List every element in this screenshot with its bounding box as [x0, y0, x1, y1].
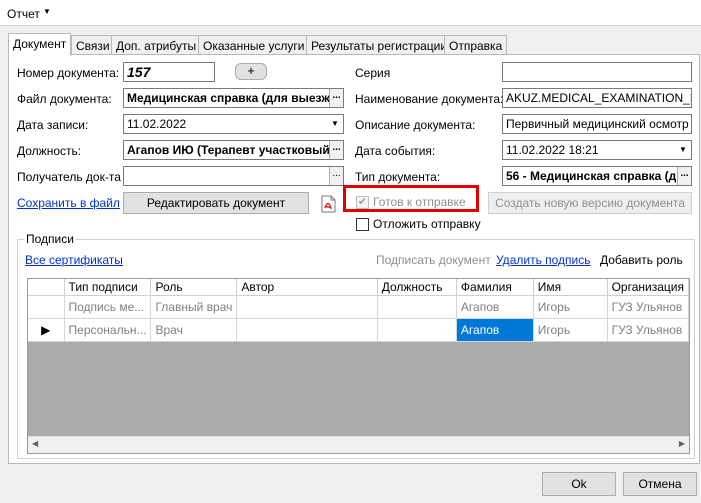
- file-label: Файл документа:: [17, 92, 112, 106]
- table-cell[interactable]: ГУЗ Ульянов: [607, 318, 689, 342]
- table-row[interactable]: ▶ Персональн... Врач Агапов Игорь ГУЗ Ул…: [28, 318, 689, 342]
- table-cell[interactable]: Подпись ме...: [64, 295, 152, 319]
- menu-bar: Отчет ▼: [0, 0, 701, 26]
- table-cell[interactable]: [377, 295, 457, 319]
- table-cell[interactable]: Врач: [150, 318, 238, 342]
- table-cell[interactable]: Игорь: [533, 295, 608, 319]
- doc-number-field[interactable]: 157: [123, 62, 215, 82]
- scroll-right-icon[interactable]: ▶: [679, 439, 685, 448]
- table-cell[interactable]: [236, 318, 378, 342]
- browse-doc-type-button[interactable]: ...: [677, 167, 691, 185]
- column-header[interactable]: Автор: [236, 279, 378, 296]
- chevron-down-icon[interactable]: ▼: [43, 7, 51, 16]
- table-cell-selected[interactable]: Агапов: [456, 318, 534, 342]
- tab-registration-results[interactable]: Результаты регистрации: [306, 35, 453, 55]
- create-new-version-button[interactable]: Создать новую версию документа: [488, 192, 692, 214]
- current-row-icon[interactable]: ▶: [28, 318, 65, 342]
- horizontal-scrollbar[interactable]: ◀ ▶: [28, 436, 689, 453]
- table-row[interactable]: Подпись ме... Главный врач Агапов Игорь …: [28, 295, 689, 319]
- table-header-row: Тип подписи Роль Автор Должность Фамилия…: [28, 279, 689, 296]
- browse-recipient-button[interactable]: ...: [329, 167, 343, 185]
- postpone-checkbox[interactable]: [356, 218, 369, 231]
- column-header[interactable]: Организация: [607, 279, 689, 296]
- doc-type-label: Тип документа:: [355, 170, 441, 184]
- postpone-label: Отложить отправку: [373, 217, 481, 231]
- doc-number-label: Номер документа:: [17, 66, 120, 80]
- record-date-label: Дата записи:: [17, 118, 89, 132]
- file-value: Медицинская справка (для выезж: [127, 91, 330, 105]
- all-certificates-link[interactable]: Все сертификаты: [25, 253, 123, 267]
- tab-services[interactable]: Оказанные услуги: [198, 35, 310, 55]
- series-field[interactable]: [502, 62, 692, 82]
- chevron-down-icon[interactable]: ▼: [675, 141, 691, 159]
- event-date-picker[interactable]: 11.02.2022 18:21 ▼: [502, 140, 692, 160]
- add-number-button[interactable]: +: [235, 63, 267, 80]
- column-header[interactable]: Фамилия: [456, 279, 534, 296]
- event-date-label: Дата события:: [355, 144, 436, 158]
- table-cell[interactable]: Персональн...: [64, 318, 152, 342]
- highlight-box: [343, 185, 479, 212]
- doc-type-value: 56 - Медицинская справка (д: [506, 169, 677, 183]
- browse-position-button[interactable]: ...: [329, 141, 343, 159]
- cancel-button[interactable]: Отмена: [623, 472, 697, 496]
- column-header[interactable]: Имя: [533, 279, 608, 296]
- row-header-corner: [28, 279, 65, 296]
- table-cell[interactable]: [377, 318, 457, 342]
- signatures-title: Подписи: [24, 232, 76, 246]
- position-value: Агапов ИЮ (Терапевт участковый): [127, 143, 334, 157]
- tab-document[interactable]: Документ: [8, 33, 72, 56]
- column-header[interactable]: Тип подписи: [64, 279, 152, 296]
- tab-links[interactable]: Связи: [71, 35, 115, 55]
- doc-type-field[interactable]: 56 - Медицинская справка (д ...: [502, 166, 692, 186]
- table-cell[interactable]: ГУЗ Ульянов: [607, 295, 689, 319]
- add-role-button[interactable]: Добавить роль: [600, 253, 683, 267]
- delete-signature-link[interactable]: Удалить подпись: [496, 253, 591, 267]
- sign-document-button[interactable]: Подписать документ: [376, 253, 491, 267]
- position-label: Должность:: [17, 144, 82, 158]
- chevron-down-icon[interactable]: ▼: [327, 115, 343, 133]
- file-field[interactable]: Медицинская справка (для выезж ...: [123, 88, 344, 108]
- table-cell[interactable]: Главный врач: [150, 295, 238, 319]
- scroll-left-icon[interactable]: ◀: [32, 439, 38, 448]
- report-menu[interactable]: Отчет: [7, 7, 40, 21]
- column-header[interactable]: Должность: [377, 279, 457, 296]
- pdf-icon[interactable]: [317, 193, 339, 215]
- position-field[interactable]: Агапов ИЮ (Терапевт участковый) ...: [123, 140, 344, 160]
- column-header[interactable]: Роль: [150, 279, 238, 296]
- doc-description-field[interactable]: Первичный медицинский осмотр: [502, 114, 692, 134]
- tab-extra-attributes[interactable]: Доп. атрибуты: [111, 35, 202, 55]
- doc-name-field[interactable]: AKUZ.MEDICAL_EXAMINATION_MAI: [502, 88, 692, 108]
- recipient-field[interactable]: ...: [123, 166, 344, 186]
- doc-description-label: Описание документа:: [355, 118, 476, 132]
- event-date-value: 11.02.2022 18:21: [506, 143, 599, 157]
- record-date-value: 11.02.2022: [127, 117, 187, 131]
- series-label: Серия: [355, 66, 391, 80]
- ok-button[interactable]: Ok: [542, 472, 616, 496]
- browse-file-button[interactable]: ...: [329, 89, 343, 107]
- tab-sending[interactable]: Отправка: [444, 35, 508, 55]
- record-date-picker[interactable]: 11.02.2022 ▼: [123, 114, 344, 134]
- doc-name-label: Наименование документа:: [355, 92, 504, 106]
- table-cell[interactable]: Игорь: [533, 318, 608, 342]
- signatures-group: Подписи Все сертификаты Подписать докуме…: [17, 232, 695, 459]
- recipient-label: Получатель док-та: [17, 170, 121, 184]
- edit-document-button[interactable]: Редактировать документ: [123, 192, 309, 214]
- table-cell[interactable]: [236, 295, 378, 319]
- save-to-file-link[interactable]: Сохранить в файл: [17, 196, 120, 210]
- document-panel: Номер документа: 157 + Файл документа: М…: [8, 54, 700, 464]
- row-header[interactable]: [28, 295, 65, 319]
- table-cell[interactable]: Агапов: [456, 295, 534, 319]
- signatures-table: Тип подписи Роль Автор Должность Фамилия…: [27, 278, 690, 454]
